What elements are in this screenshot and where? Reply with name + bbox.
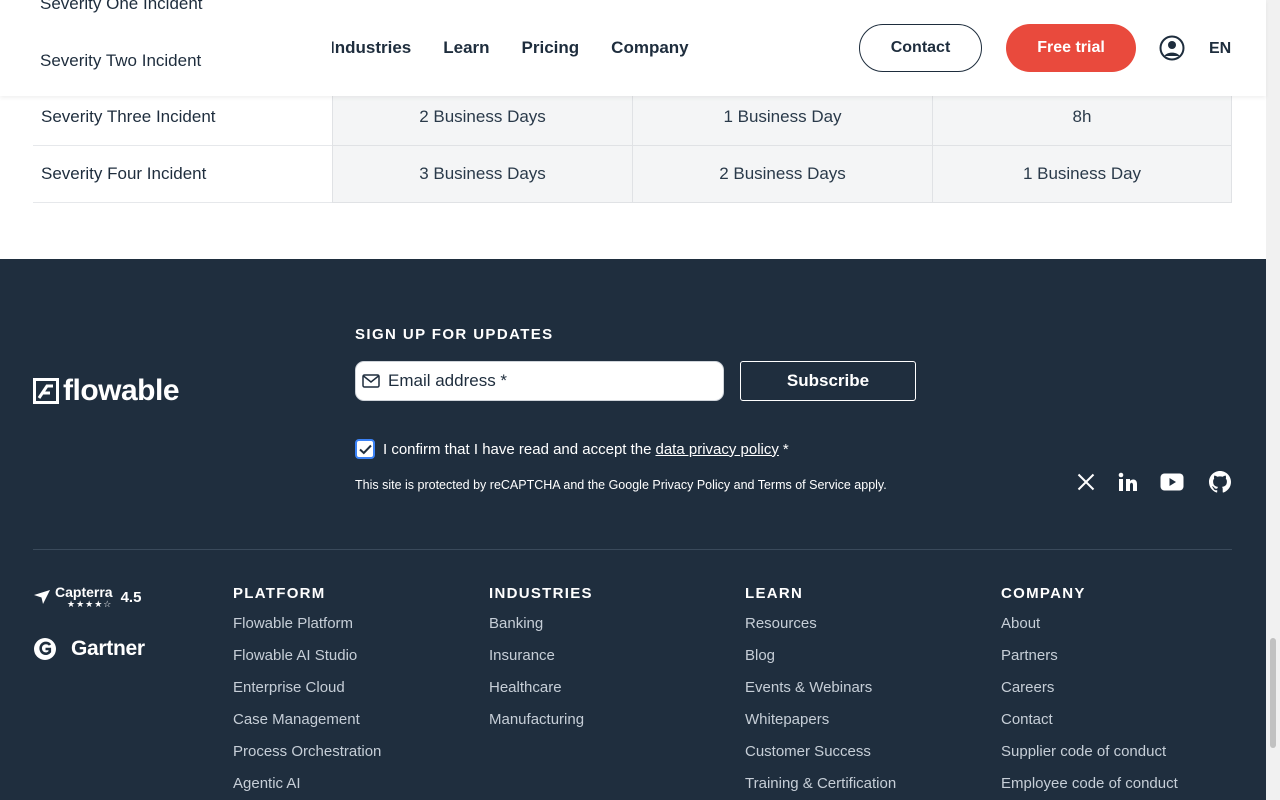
footer-link[interactable]: Process Orchestration — [233, 743, 381, 775]
gartner-icon — [34, 638, 56, 660]
table-row: Severity Three Incident 2 Business Days … — [33, 89, 1232, 146]
flowable-logo-icon — [33, 378, 59, 404]
youtube-link[interactable] — [1159, 469, 1185, 495]
table-cell: 1 Business Day — [932, 146, 1232, 203]
consent-checkbox[interactable] — [355, 439, 375, 459]
capterra-label-group: Capterra ★★★★☆ — [55, 585, 113, 609]
footer-link[interactable]: Supplier code of conduct — [1001, 743, 1178, 775]
user-icon[interactable] — [1159, 35, 1185, 61]
dropdown-item[interactable]: Severity One Incident — [40, 0, 203, 14]
table-cell: 3 Business Days — [332, 146, 632, 203]
dropdown-item[interactable]: Severity Two Incident — [40, 51, 201, 71]
footer-link[interactable]: Contact — [1001, 711, 1178, 743]
footer-link[interactable]: About — [1001, 615, 1178, 647]
x-twitter-link[interactable] — [1073, 469, 1099, 495]
consent-row: I confirm that I have read and accept th… — [355, 439, 789, 459]
logo-text: flowable — [63, 374, 180, 407]
github-link[interactable] — [1207, 469, 1233, 495]
footer-link[interactable]: Case Management — [233, 711, 381, 743]
youtube-icon — [1160, 473, 1184, 491]
nav-company[interactable]: Company — [611, 38, 688, 58]
nav-pricing[interactable]: Pricing — [522, 38, 580, 58]
privacy-policy-link[interactable]: data privacy policy — [656, 441, 779, 458]
mail-icon — [362, 374, 380, 388]
nav-industries[interactable]: Industries — [330, 38, 411, 58]
contact-button[interactable]: Contact — [859, 24, 982, 72]
consent-text: I confirm that I have read and accept th… — [383, 440, 652, 458]
site-footer: flowable SIGN UP FOR UPDATES Subscribe I… — [0, 259, 1266, 800]
footer-divider — [33, 549, 1232, 550]
footer-link[interactable]: Insurance — [489, 647, 593, 679]
column-title: INDUSTRIES — [489, 585, 593, 602]
capterra-label: Capterra — [55, 584, 113, 600]
footer-column-company: COMPANY About Partners Careers Contact S… — [1001, 585, 1178, 800]
capterra-icon — [34, 590, 50, 604]
page-scrollbar[interactable] — [1266, 0, 1280, 800]
footer-column-platform: PLATFORM Flowable Platform Flowable AI S… — [233, 585, 381, 800]
footer-link[interactable]: Whitepapers — [745, 711, 896, 743]
footer-link[interactable]: Partners — [1001, 647, 1178, 679]
nav-learn[interactable]: Learn — [443, 38, 489, 58]
footer-link[interactable]: Healthcare — [489, 679, 593, 711]
table-row: Severity Four Incident 3 Business Days 2… — [33, 146, 1232, 203]
free-trial-button[interactable]: Free trial — [1006, 24, 1136, 72]
language-selector[interactable]: EN — [1209, 40, 1231, 58]
column-title: PLATFORM — [233, 585, 326, 602]
signup-title: SIGN UP FOR UPDATES — [355, 326, 554, 343]
footer-link[interactable]: Training & Certification — [745, 775, 896, 800]
gartner-label: Gartner — [71, 637, 145, 660]
recaptcha-notice: This site is protected by reCAPTCHA and … — [355, 478, 887, 492]
flowable-logo[interactable]: flowable — [33, 374, 180, 408]
footer-link[interactable]: Blog — [745, 647, 896, 679]
footer-link[interactable]: Enterprise Cloud — [233, 679, 381, 711]
footer-link[interactable]: Careers — [1001, 679, 1178, 711]
linkedin-link[interactable] — [1115, 469, 1141, 495]
linkedin-icon — [1118, 472, 1137, 491]
x-twitter-icon — [1077, 473, 1095, 491]
check-icon — [358, 444, 372, 454]
main-nav: Industries Learn Pricing Company — [330, 38, 689, 58]
row-label: Severity Three Incident — [33, 89, 332, 146]
row-label: Severity Four Incident — [33, 146, 332, 203]
footer-link[interactable]: Events & Webinars — [745, 679, 896, 711]
subscribe-button[interactable]: Subscribe — [740, 361, 916, 401]
capterra-score: 4.5 — [120, 588, 142, 606]
table-cell: 8h — [932, 89, 1232, 146]
email-field[interactable] — [355, 361, 724, 401]
footer-column-learn: LEARN Resources Blog Events & Webinars W… — [745, 585, 896, 800]
gartner-badge[interactable]: Gartner — [33, 637, 145, 661]
footer-link[interactable]: Flowable AI Studio — [233, 647, 381, 679]
footer-link[interactable]: Banking — [489, 615, 593, 647]
footer-link[interactable]: Customer Success — [745, 743, 896, 775]
scrollbar-thumb[interactable] — [1270, 638, 1276, 748]
footer-link[interactable]: Flowable Platform — [233, 615, 381, 647]
github-icon — [1209, 471, 1231, 493]
consent-required-mark: * — [782, 440, 789, 458]
footer-link[interactable]: Agentic AI — [233, 775, 381, 800]
table-cell: 1 Business Day — [632, 89, 932, 146]
footer-link[interactable]: Manufacturing — [489, 711, 593, 743]
column-title: COMPANY — [1001, 585, 1086, 602]
footer-column-industries: INDUSTRIES Banking Insurance Healthcare … — [489, 585, 593, 743]
footer-link[interactable]: Employee code of conduct — [1001, 775, 1178, 800]
table-cell: 2 Business Days — [632, 146, 932, 203]
table-cell: 2 Business Days — [332, 89, 632, 146]
capterra-stars: ★★★★☆ — [67, 599, 113, 609]
column-title: LEARN — [745, 585, 804, 602]
capterra-rating[interactable]: Capterra ★★★★☆ 4.5 — [33, 585, 141, 609]
severity-dropdown: Severity One Incident Severity Two Incid… — [33, 0, 332, 96]
footer-link[interactable]: Resources — [745, 615, 896, 647]
email-input[interactable] — [388, 371, 708, 391]
